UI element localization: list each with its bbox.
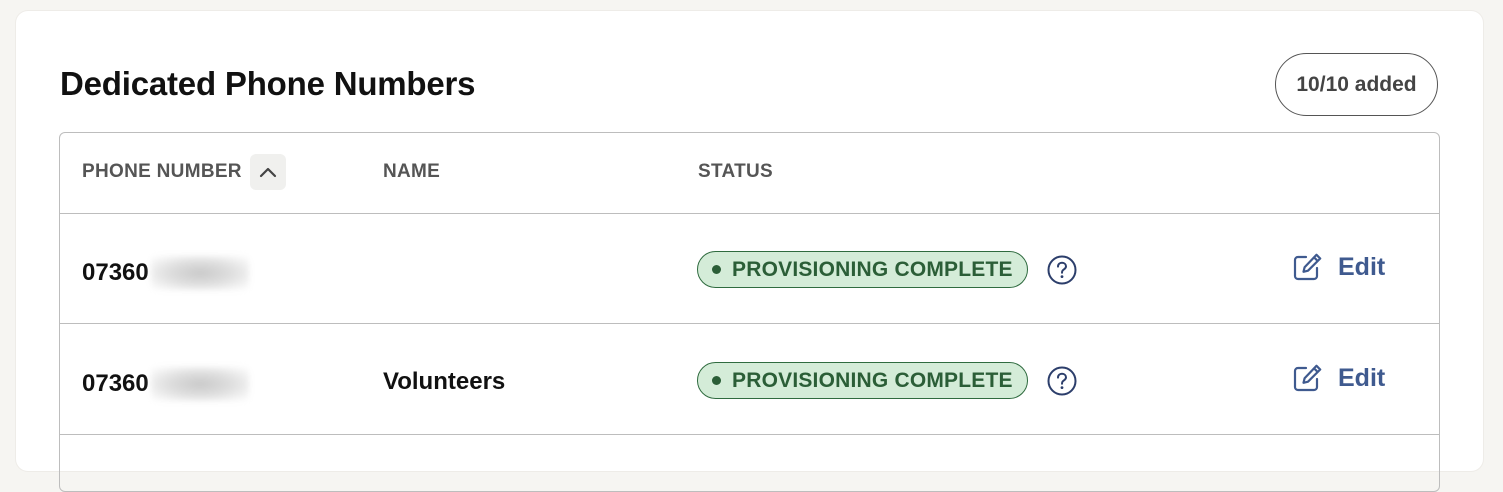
edit-label: Edit [1338, 252, 1386, 281]
phone-number-cell: 07360 [82, 367, 249, 401]
phone-number-cell: 07360 [82, 256, 249, 290]
status-badge: PROVISIONING COMPLETE [697, 251, 1028, 288]
phone-numbers-table: PHONE NUMBER NAME STATUS 07360 PROVISION… [59, 132, 1440, 492]
status-dot-icon [712, 265, 721, 274]
status-label: PROVISIONING COMPLETE [732, 257, 1013, 281]
column-header-name: NAME [383, 161, 441, 182]
status-label: PROVISIONING COMPLETE [732, 368, 1013, 392]
edit-button[interactable]: Edit [1292, 363, 1385, 393]
column-header-phone-number[interactable]: PHONE NUMBER [82, 161, 242, 183]
status-dot-icon [712, 376, 721, 385]
pencil-square-icon [1293, 253, 1322, 281]
table-row: 07360 PROVISIONING COMPLETE Edit [60, 213, 1439, 324]
table-row: 07360 Volunteers PROVISIONING COMPLETE E [60, 324, 1439, 435]
redacted-phone-digits [150, 256, 249, 290]
sort-button[interactable] [250, 154, 286, 190]
column-header-status: STATUS [698, 161, 773, 182]
question-circle-icon[interactable] [1046, 254, 1078, 286]
redacted-phone-digits [150, 367, 249, 401]
phone-number-prefix: 07360 [82, 370, 149, 397]
count-badge: 10/10 added [1275, 53, 1438, 116]
table-header: PHONE NUMBER NAME STATUS [60, 133, 1439, 214]
pencil-square-icon [1293, 364, 1322, 392]
edit-label: Edit [1338, 363, 1386, 392]
chevron-up-icon [259, 167, 277, 178]
name-cell: Volunteers [383, 368, 506, 395]
phone-number-prefix: 07360 [82, 259, 149, 286]
page-title: Dedicated Phone Numbers [60, 65, 476, 102]
edit-button[interactable]: Edit [1292, 252, 1385, 282]
phone-numbers-card: Dedicated Phone Numbers 10/10 added PHON… [16, 11, 1483, 492]
status-badge: PROVISIONING COMPLETE [697, 362, 1028, 399]
question-circle-icon[interactable] [1046, 365, 1078, 397]
